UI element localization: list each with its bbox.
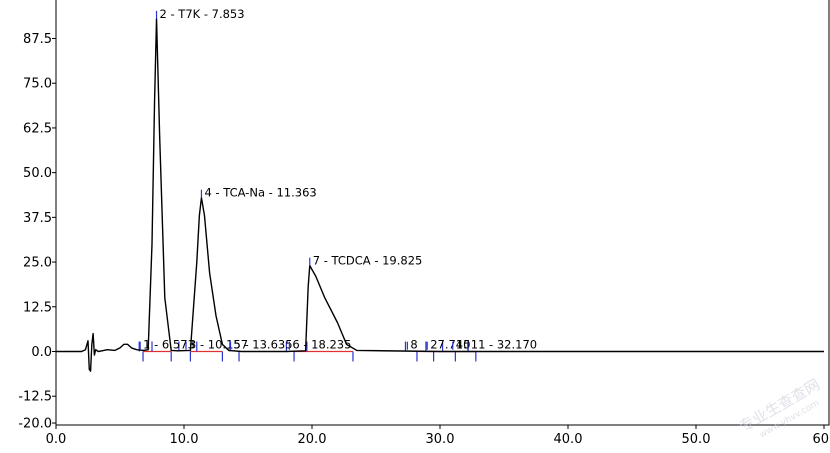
y-tick-label: 87.5: [23, 32, 52, 47]
y-tick-label: 37.5: [23, 211, 52, 226]
peak-label: 6 - 18.235: [292, 338, 351, 352]
peak-label: 1 - 6.573: [143, 338, 195, 352]
y-tick-label: 25.0: [23, 256, 52, 271]
peak-labels: 2 - T7K - 7.853 4 - TCA-Na - 11.363 7 - TC…: [139, 7, 537, 352]
plot-frame: [55, 0, 830, 426]
peak-label: 2 - T7K - 7.853: [160, 7, 245, 21]
y-tick-label: -20.0: [18, 417, 52, 432]
series-line: [56, 18, 824, 372]
y-tick-label: 62.5: [23, 121, 52, 136]
y-tick-label: 50.0: [23, 166, 52, 181]
peak-label: 8: [410, 338, 417, 352]
x-tick-label: 20.0: [298, 432, 327, 447]
y-tick-label: 75.0: [23, 77, 52, 92]
y-tick-label: -12.5: [18, 390, 52, 405]
x-tick-label: 10.0: [170, 432, 199, 447]
ticks: [52, 38, 825, 429]
y-tick-label: 0.0: [31, 345, 52, 360]
y-tick-labels: -20.0 -12.5 0.0 12.5 25.0 37.5 50.0 62.5 75.0 87.…: [18, 32, 52, 432]
x-tick-label: 50.0: [682, 432, 711, 447]
peak-label: 7 - TCDCA - 19.825: [313, 254, 423, 268]
peak-label: 5 - 13.635: [234, 338, 293, 352]
x-tick-labels: 0.0 10.0 20.0 30.0 40.0 50.0 60: [46, 432, 829, 447]
peak-label: 11 - 32.170: [471, 338, 537, 352]
x-tick-label: 30.0: [426, 432, 455, 447]
y-tick-label: 12.5: [23, 300, 52, 315]
trace: [56, 18, 824, 372]
x-tick-label: 60: [812, 432, 829, 447]
chromatogram-chart: -20.0 -12.5 0.0 12.5 25.0 37.5 50.0 62.5 75.0 87.…: [18, 0, 830, 447]
x-tick-label: 0.0: [46, 432, 67, 447]
x-tick-label: 40.0: [554, 432, 583, 447]
peak-label: 4 - TCA-Na - 11.363: [204, 186, 316, 200]
